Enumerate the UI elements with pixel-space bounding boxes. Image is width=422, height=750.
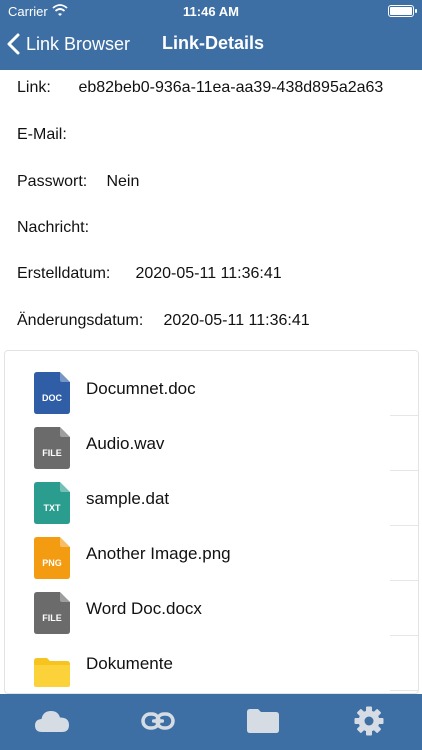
- file-badge: FILE: [42, 613, 62, 623]
- cloud-icon: [35, 711, 69, 732]
- doc-file-icon: DOC: [34, 372, 70, 414]
- link-row: Link: eb82beb0-936a-11ea-aa39-438d895a2a…: [17, 79, 383, 97]
- gear-icon: [354, 706, 384, 736]
- file-badge: DOC: [42, 393, 63, 403]
- list-item[interactable]: DOC Documnet.doc: [5, 361, 418, 416]
- generic-file-icon: FILE: [34, 427, 70, 469]
- battery-icon: [388, 5, 417, 17]
- file-name: Another Image.png: [86, 544, 231, 563]
- tab-settings[interactable]: [351, 706, 387, 736]
- tab-links[interactable]: [140, 706, 176, 736]
- tab-files[interactable]: [245, 706, 281, 736]
- message-label: Nachricht:: [17, 219, 90, 236]
- list-item[interactable]: TXT sample.dat: [5, 471, 418, 526]
- file-name: Word Doc.docx: [86, 599, 202, 618]
- navigation-bar: Link Browser Link-Details: [0, 26, 422, 62]
- file-name: Documnet.doc: [86, 379, 196, 398]
- back-button[interactable]: Link Browser: [6, 28, 130, 60]
- email-row: E-Mail:: [17, 126, 67, 144]
- modified-label: Änderungsdatum:: [17, 312, 144, 329]
- modified-value: 2020-05-11 11:36:41: [163, 312, 310, 329]
- back-label: Link Browser: [26, 33, 131, 54]
- created-row: Erstelldatum: 2020-05-11 11:36:41: [17, 265, 282, 283]
- file-name: Dokumente: [86, 654, 173, 673]
- list-item[interactable]: FILE Word Doc.docx: [5, 581, 418, 636]
- file-name: sample.dat: [86, 489, 170, 508]
- file-badge: FILE: [42, 448, 62, 458]
- email-label: E-Mail:: [17, 126, 67, 143]
- password-row: Passwort: Nein: [17, 173, 139, 191]
- created-value: 2020-05-11 11:36:41: [135, 265, 282, 282]
- page-title: Link-Details: [162, 33, 265, 53]
- password-label: Passwort:: [17, 173, 88, 190]
- folder-icon: [247, 709, 279, 733]
- generic-file-icon: FILE: [34, 592, 70, 634]
- modified-row: Änderungsdatum: 2020-05-11 11:36:41: [17, 312, 310, 330]
- status-time: 11:46 AM: [183, 4, 239, 19]
- list-item[interactable]: FILE Audio.wav: [5, 416, 418, 471]
- file-badge: TXT: [44, 503, 62, 513]
- created-label: Erstelldatum:: [17, 265, 111, 282]
- header: Carrier 11:46 AM Link Browser Link-Detai…: [0, 0, 422, 70]
- file-name: Audio.wav: [86, 434, 165, 453]
- png-file-icon: PNG: [34, 537, 70, 579]
- folder-icon: [34, 658, 70, 687]
- tab-cloud[interactable]: [34, 706, 70, 736]
- chevron-left-icon: [7, 33, 20, 55]
- link-value: eb82beb0-936a-11ea-aa39-438d895a2a63: [78, 79, 384, 96]
- list-item[interactable]: PNG Another Image.png: [5, 526, 418, 581]
- file-badge: PNG: [42, 558, 62, 568]
- password-value: Nein: [106, 173, 140, 190]
- divider: [390, 690, 418, 691]
- list-item[interactable]: Dokumente: [5, 636, 418, 691]
- txt-file-icon: TXT: [34, 482, 70, 524]
- link-label: Link:: [17, 79, 51, 96]
- status-bar: Carrier 11:46 AM: [0, 0, 422, 22]
- message-row: Nachricht:: [17, 219, 89, 237]
- link-icon: [141, 712, 175, 730]
- file-list: DOC Documnet.doc FILE Audio.wav TXT samp…: [4, 350, 419, 694]
- tab-bar: [0, 694, 422, 750]
